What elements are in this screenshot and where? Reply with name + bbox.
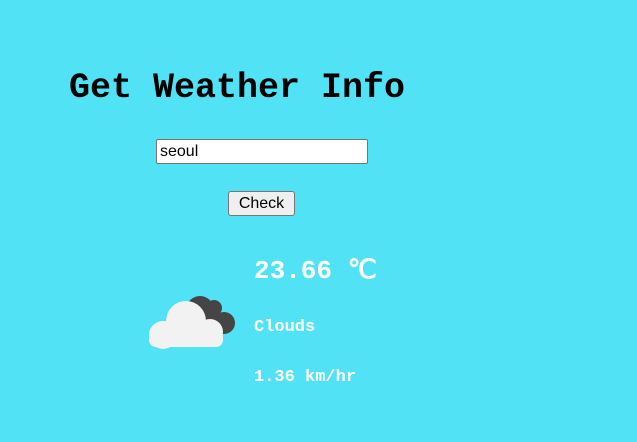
weather-description: Clouds	[254, 318, 316, 337]
wind-speed-value: 1.36 km/hr	[254, 368, 357, 387]
city-input[interactable]	[156, 139, 368, 164]
temperature-value: 23.66 ℃	[254, 256, 377, 286]
clouds-icon	[149, 296, 235, 349]
check-button[interactable]: Check	[228, 191, 295, 216]
page-title: Get Weather Info	[69, 68, 406, 108]
